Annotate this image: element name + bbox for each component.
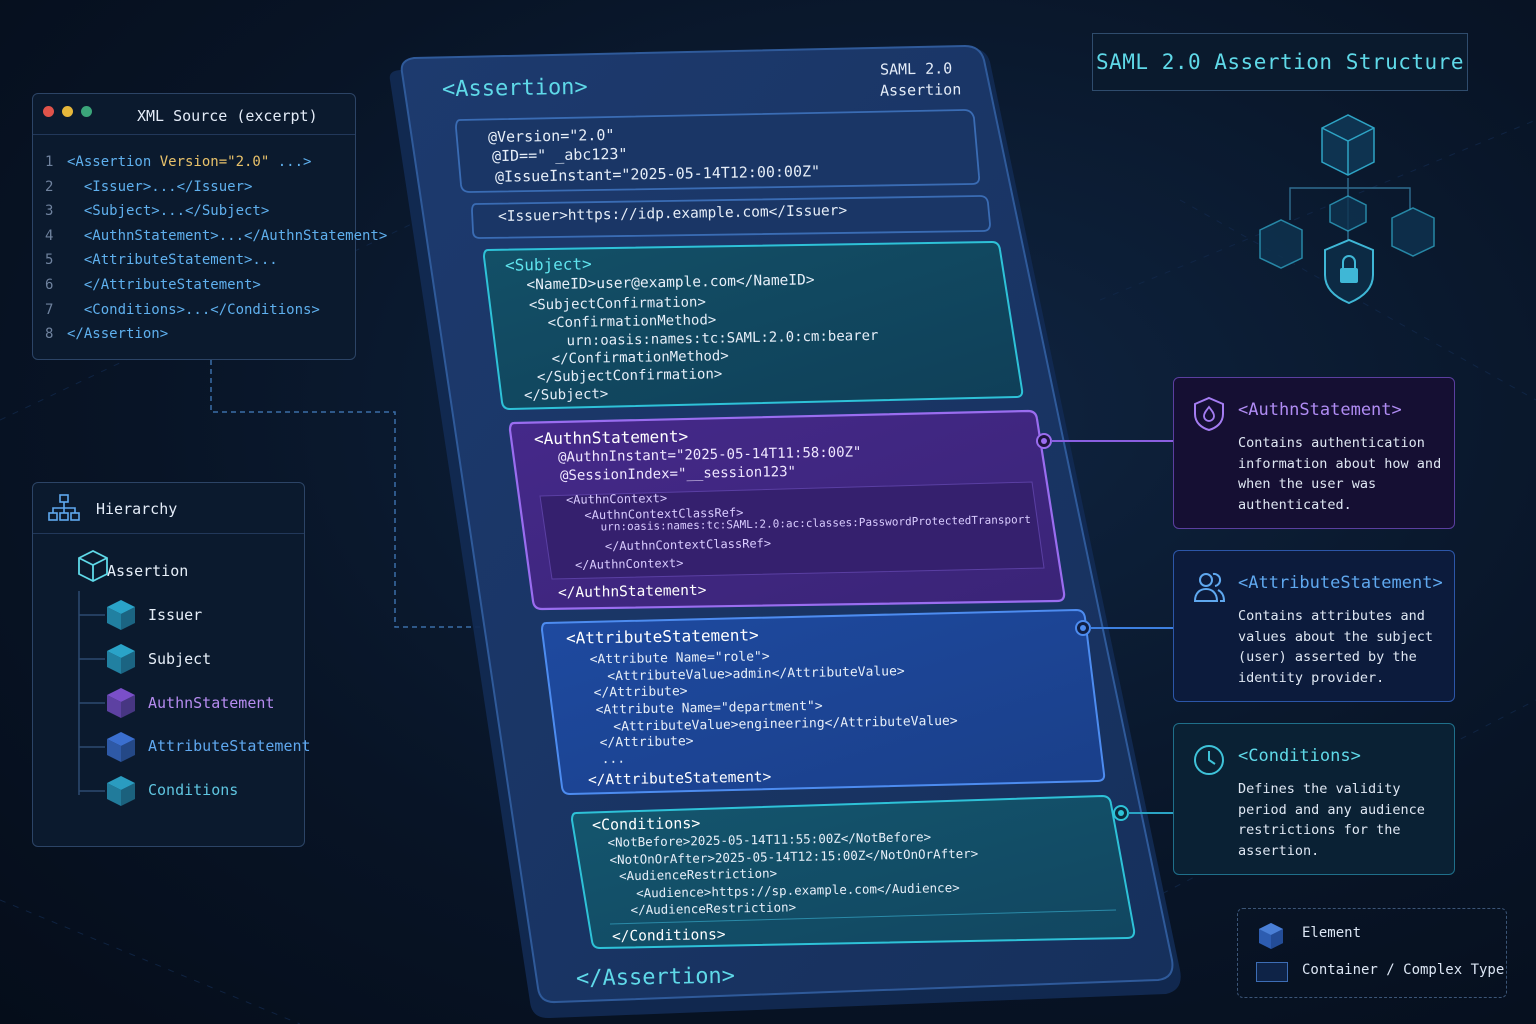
attribute-line: </Attribute> (577, 684, 688, 701)
conditions-cube-icon (107, 776, 135, 806)
attributestatement-card: <AttributeStatement> Contains attributes… (1173, 550, 1455, 702)
hierarchy-title: Hierarchy (96, 500, 178, 518)
hierarchy-icon (48, 494, 80, 521)
subject-cube-icon (107, 644, 135, 674)
container-swatch-icon (1256, 962, 1288, 982)
conditions-card-desc: Defines the validity period and any audi… (1238, 781, 1425, 859)
legend-container-label: Container / Complex Type (1302, 962, 1505, 978)
authnstatement-card-title: <AuthnStatement> (1238, 400, 1402, 420)
hierarchy-item-issuer[interactable]: Issuer (148, 606, 202, 624)
attribute-close: </AttributeStatement> (587, 769, 772, 789)
authn-close: </AuthnStatement> (557, 582, 707, 602)
legend-element-label: Element (1302, 925, 1362, 941)
hierarchy-item-subject[interactable]: Subject (148, 650, 211, 668)
authn-open: <AuthnStatement> (533, 426, 689, 449)
close-dot-icon[interactable] (43, 106, 54, 117)
minimize-dot-icon[interactable] (62, 106, 73, 117)
hierarchy-item-attributestatement[interactable]: AttributeStatement (148, 737, 311, 755)
attribute-line: ... (585, 751, 626, 768)
assertion-stack-diagram (389, 44, 1181, 1019)
hierarchy-item-authnstatement[interactable]: AuthnStatement (148, 694, 274, 712)
authnstatement-card: <AuthnStatement> Contains authentication… (1173, 377, 1455, 529)
subject-line: <SubjectConfirmation> (511, 294, 706, 314)
authnstatement-cube-icon (107, 688, 135, 718)
attributestatement-card-title: <AttributeStatement> (1238, 573, 1443, 593)
conditions-line: <AudienceRestriction> (603, 865, 778, 884)
hierarchy-root-label[interactable]: Assertion (107, 562, 188, 580)
conditions-close: </Conditions> (611, 927, 726, 945)
saml-badge-line1: SAML 2.0 (879, 59, 953, 79)
assertion-close-tag: </Assertion> (575, 963, 736, 992)
users-icon (1193, 572, 1226, 602)
legend: Element Container / Complex Type (1237, 908, 1507, 998)
authnstatement-card-desc: Contains authentication information abou… (1238, 435, 1442, 513)
network-lock-icon (1259, 114, 1435, 305)
attributestatement-card-desc: Contains attributes and values about the… (1238, 608, 1434, 686)
xml-panel-header: XML Source (excerpt) (33, 94, 355, 135)
hierarchy-item-conditions[interactable]: Conditions (148, 781, 238, 799)
xml-source-panel: XML Source (excerpt) 1 <Assertion Version… (32, 93, 387, 360)
issuer-cube-icon (107, 600, 135, 630)
subject-close: </Subject> (523, 386, 609, 404)
saml-badge-line2: Assertion (879, 80, 962, 100)
attributestatement-cube-icon (107, 732, 135, 762)
hierarchy-panel: Hierarchy Assertion Issuer Subject Authn… (32, 482, 311, 847)
assertion-open-tag: <Assertion> (441, 74, 588, 103)
conditions-card-title: <Conditions> (1238, 746, 1361, 766)
authncontext-line: </AuthnContext> (574, 556, 684, 572)
shield-icon (1194, 396, 1224, 432)
xml-panel-title: XML Source (excerpt) (137, 107, 318, 125)
hierarchy-header: Hierarchy (33, 483, 304, 534)
element-cube-icon (1259, 923, 1283, 949)
subject-open: <Subject> (504, 254, 592, 275)
conditions-open: <Conditions> (591, 814, 701, 834)
maximize-dot-icon[interactable] (81, 106, 92, 117)
conditions-card: <Conditions> Defines the validity period… (1173, 723, 1455, 875)
id-attr: @ID==" _abc123" (491, 144, 628, 166)
attribute-open: <AttributeStatement> (565, 625, 759, 648)
attribute-line: </Attribute> (583, 734, 694, 751)
assertion-cube-icon (78, 549, 108, 583)
version-attr: @Version="2.0" (487, 125, 615, 147)
clock-icon (1194, 745, 1224, 775)
authncontext-line: <AuthnContext> (565, 491, 668, 507)
